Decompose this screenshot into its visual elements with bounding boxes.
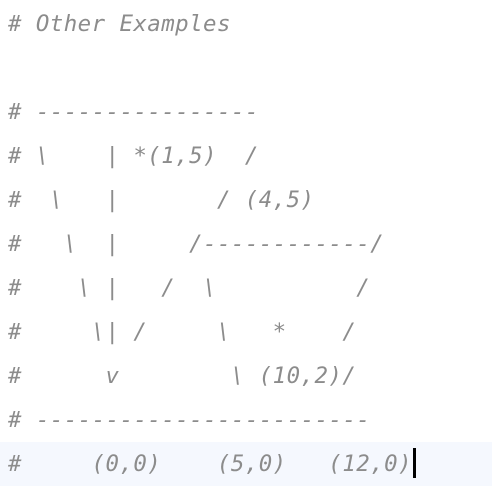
code-line-blank[interactable] (0, 46, 492, 90)
text-caret (412, 447, 416, 478)
code-line-text: # \ | /------------/ (8, 231, 385, 257)
code-line-text: # \ | / \ / (8, 275, 371, 301)
code-line-top-border[interactable]: # ---------------- (0, 90, 492, 134)
code-line-text: # \ | / (4,5) (8, 187, 315, 213)
code-line-text: # Other Examples (8, 11, 231, 37)
code-line-diagram[interactable]: # \ | / (4,5) (0, 178, 492, 222)
code-line-diagram[interactable]: # \ | /------------/ (0, 222, 492, 266)
code-line-text: # \ | *(1,5) / (8, 143, 259, 169)
code-line-text: # v \ (10,2)/ (8, 363, 357, 389)
code-line-text: # ------------------------ (8, 407, 371, 433)
code-line-current-axis-labels[interactable]: # (0,0) (5,0) (12,0) (0, 442, 492, 486)
code-line-text: # (0,0) (5,0) (12,0) (8, 451, 412, 477)
code-line-bottom-border[interactable]: # ------------------------ (0, 398, 492, 442)
code-line-comment-heading[interactable]: # Other Examples (0, 2, 492, 46)
code-line-text: # \| / \ * / (8, 319, 357, 345)
code-line-diagram[interactable]: # v \ (10,2)/ (0, 354, 492, 398)
code-editor[interactable]: # Other Examples # ---------------- # \ … (0, 0, 492, 490)
code-line-diagram[interactable]: # \| / \ * / (0, 310, 492, 354)
code-line-diagram[interactable]: # \ | / \ / (0, 266, 492, 310)
code-line-text: # ---------------- (8, 99, 259, 125)
code-line-diagram[interactable]: # \ | *(1,5) / (0, 134, 492, 178)
